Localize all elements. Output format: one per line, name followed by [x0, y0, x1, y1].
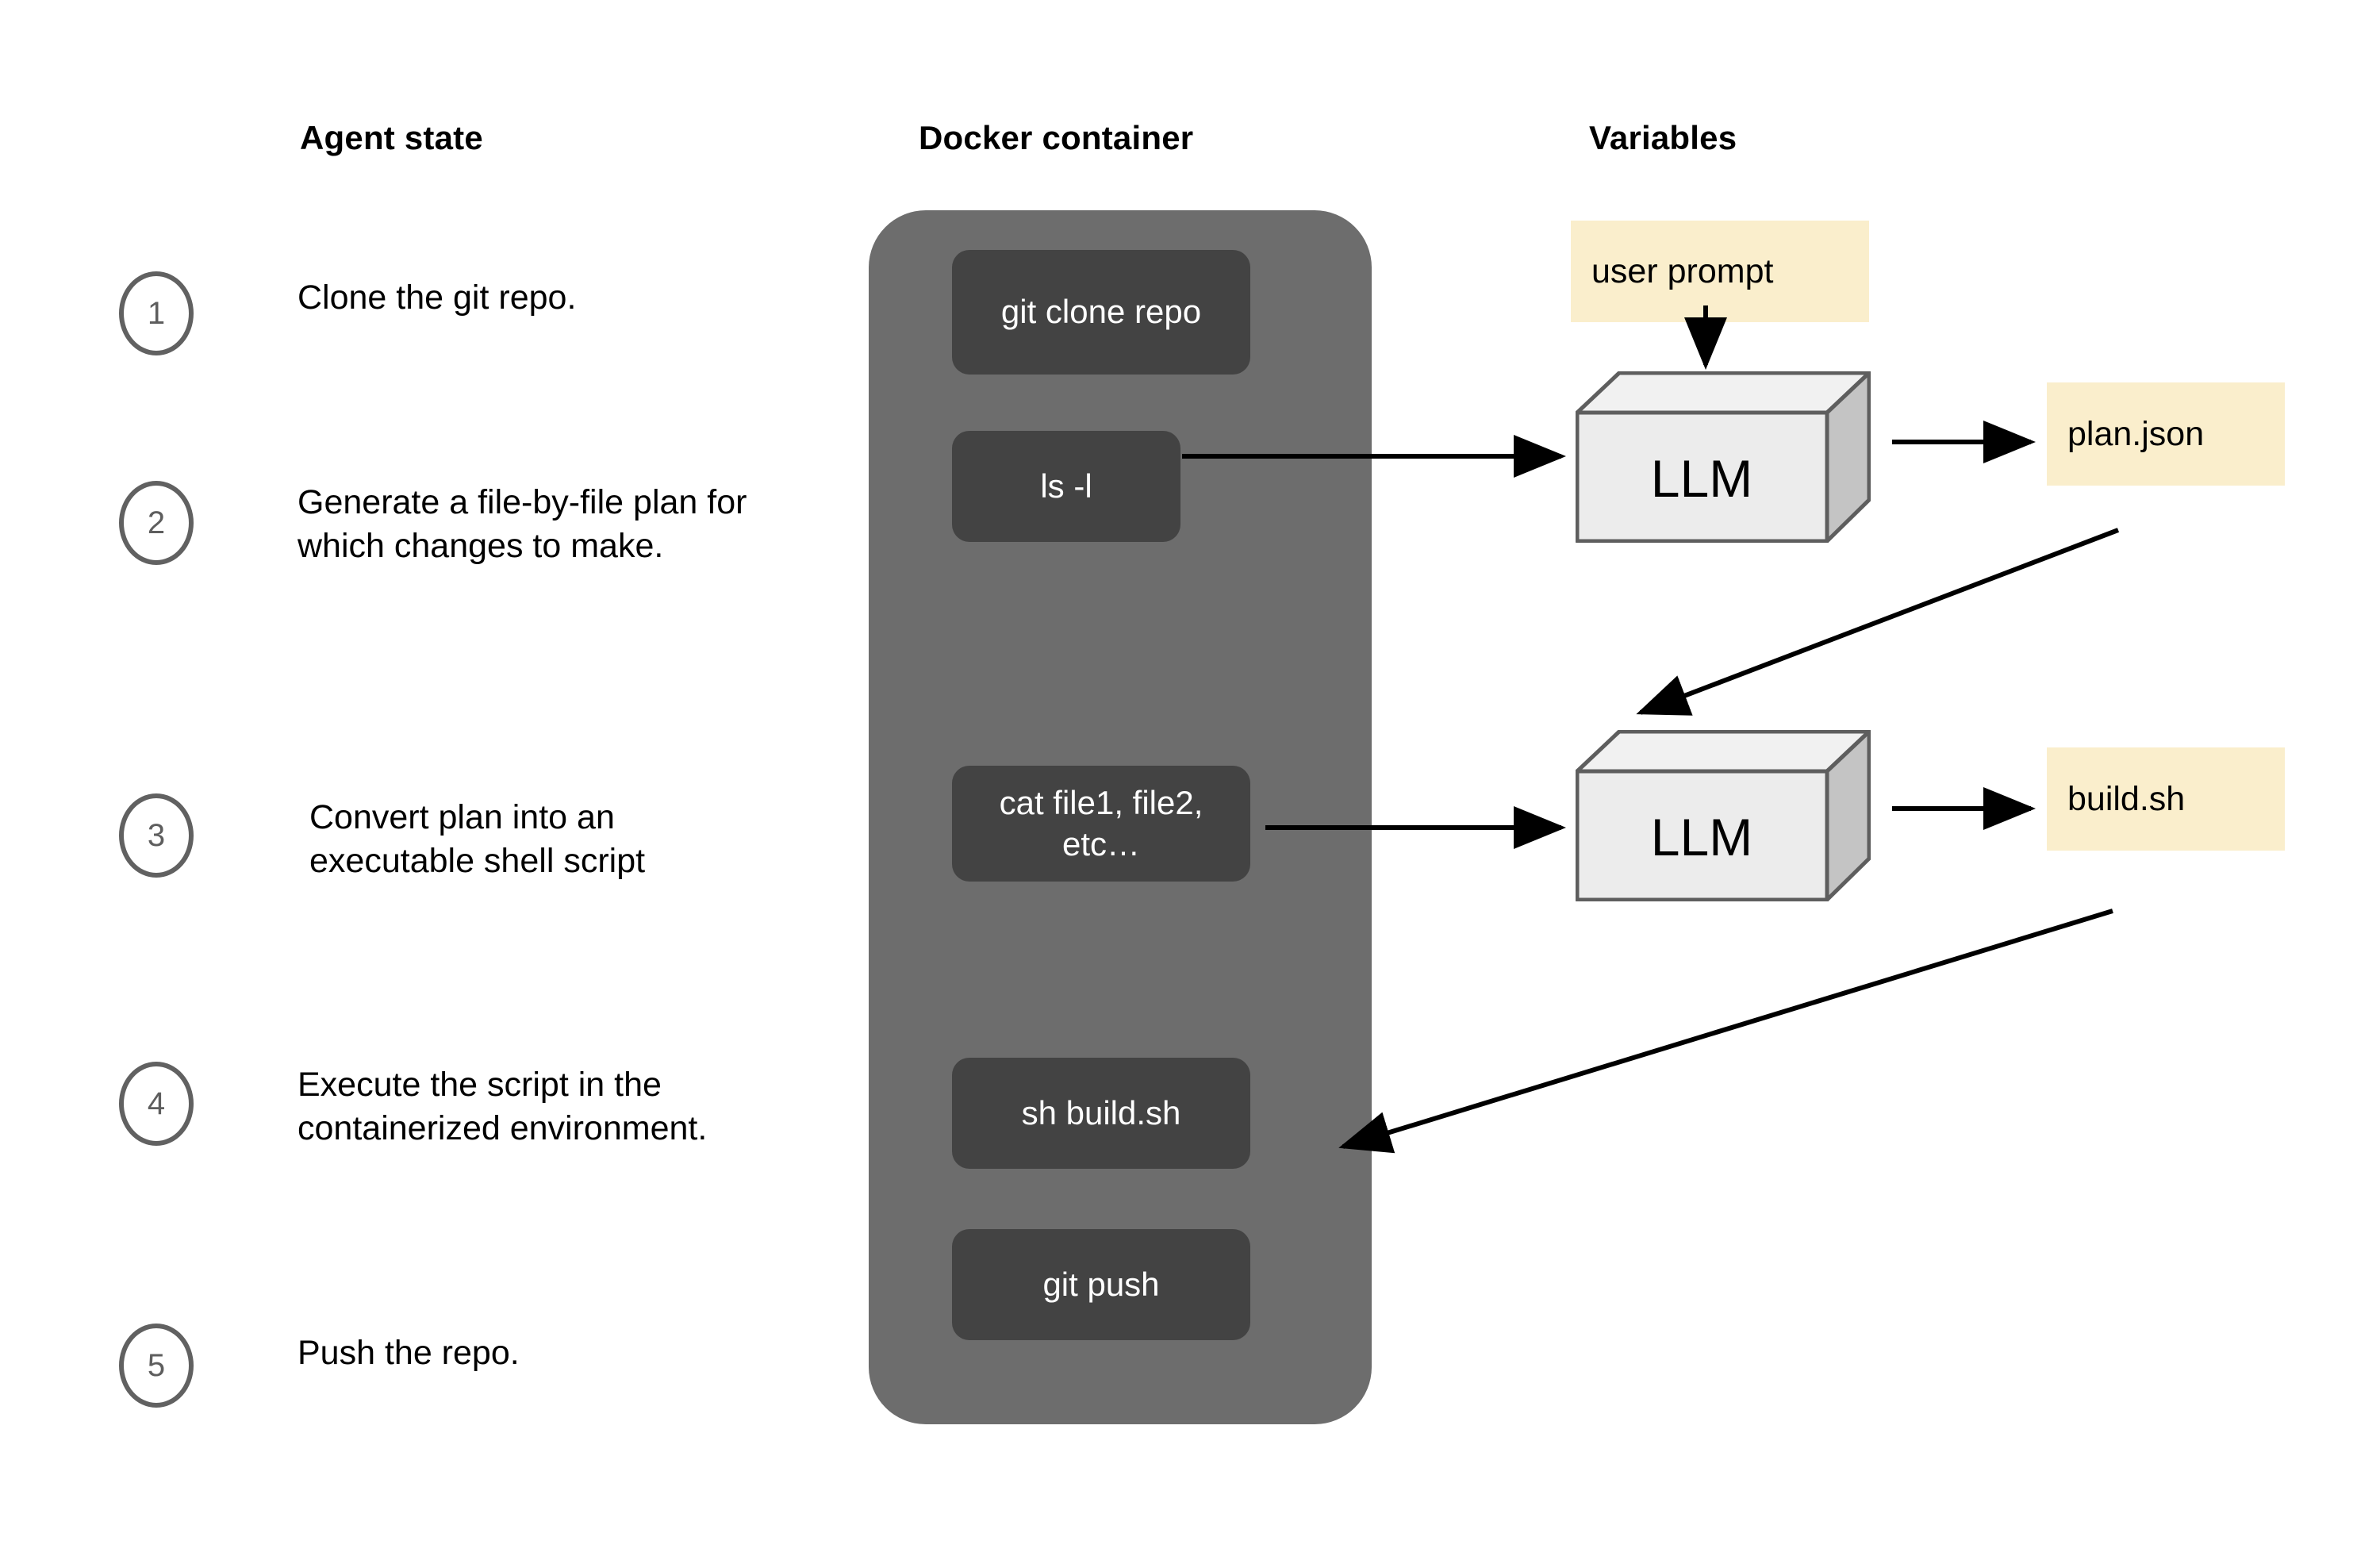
arrow-plan-json-to-llm2 [1636, 528, 2120, 716]
step-number-badge-2: 2 [119, 481, 194, 565]
variable-box-build-sh[interactable]: build.sh [2047, 747, 2285, 851]
llm-cube-1[interactable]: LLM [1576, 371, 1871, 543]
command-box-cat-files[interactable]: cat file1, file2, etc… [952, 766, 1250, 882]
arrow-build-sh-to-sh-build-sh [1338, 909, 2113, 1154]
command-box-sh-build-sh[interactable]: sh build.sh [952, 1058, 1250, 1169]
step-number-badge-4: 4 [119, 1062, 194, 1146]
step-description-4: Execute the script in the containerized … [298, 1066, 708, 1148]
step-description-3: Convert plan into an executable shell sc… [309, 798, 646, 881]
step-number-badge-5: 5 [119, 1324, 194, 1408]
column-header-docker-container: Docker container [919, 119, 1194, 156]
step-description-5: Push the repo. [298, 1334, 520, 1372]
diagram-canvas: Agent state Docker container Variables 1… [0, 0, 2380, 1556]
docker-container-panel: git clone repo ls -l cat file1, file2, e… [869, 210, 1372, 1424]
variable-box-plan-json[interactable]: plan.json [2047, 382, 2285, 486]
variable-box-user-prompt[interactable]: user prompt [1571, 221, 1869, 322]
step-number-badge-3: 3 [119, 793, 194, 878]
step-description-1: Clone the git repo. [298, 279, 577, 317]
step-number-badge-1: 1 [119, 271, 194, 355]
column-header-agent-state: Agent state [300, 119, 483, 156]
column-header-variables: Variables [1589, 119, 1737, 156]
command-box-ls-l[interactable]: ls -l [952, 431, 1180, 542]
step-description-2: Generate a file-by-file plan for which c… [298, 483, 747, 566]
command-box-git-push[interactable]: git push [952, 1229, 1250, 1340]
llm-cube-2[interactable]: LLM [1576, 730, 1871, 901]
command-box-git-clone-repo[interactable]: git clone repo [952, 250, 1250, 375]
